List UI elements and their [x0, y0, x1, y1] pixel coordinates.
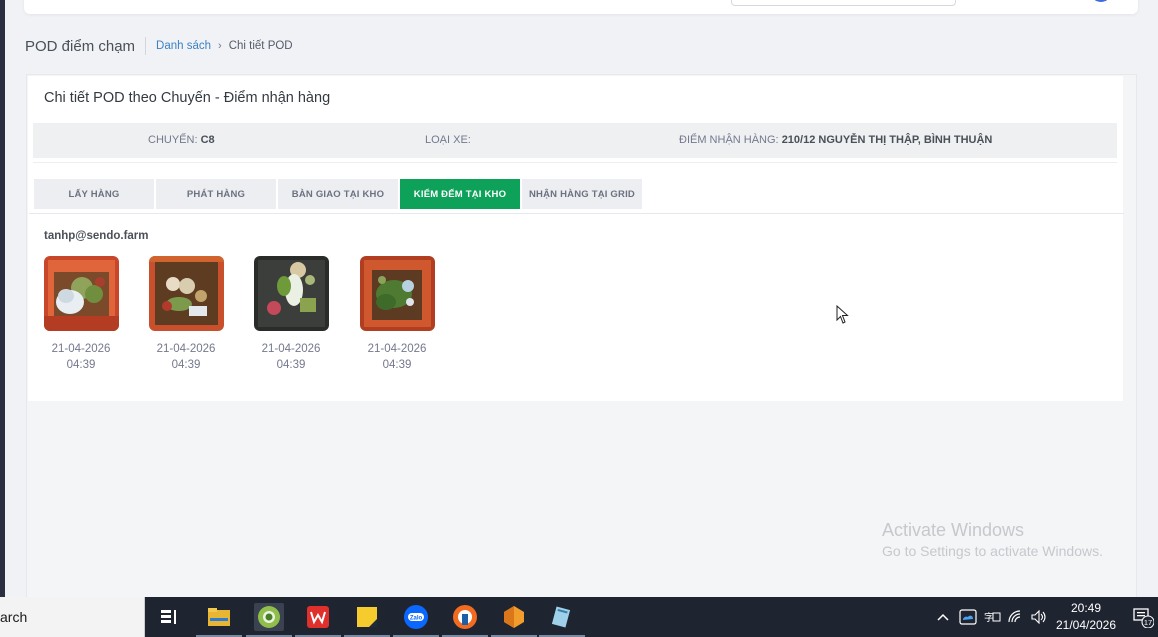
breadcrumb-separator: ›	[218, 40, 222, 52]
photo-timestamp: 21-04-2026 04:39	[156, 343, 216, 371]
sticky-notes-icon[interactable]	[344, 603, 390, 637]
uploader-email: tanhp@sendo.farm	[44, 230, 149, 242]
vehicle-label: LOẠI XE:	[425, 134, 471, 146]
divider	[33, 162, 1117, 163]
tab-phat-hang[interactable]: PHÁT HÀNG	[156, 179, 276, 209]
mouse-cursor-icon	[836, 305, 849, 324]
clock-date: 21/04/2026	[1055, 618, 1117, 632]
pickup-value: 210/12 NGUYỄN THỊ THẬP, BÌNH THUẬN	[781, 134, 993, 146]
vehicle-info: LOẠI XE:	[425, 134, 471, 146]
breadcrumb-current: Chi tiết POD	[228, 40, 293, 52]
task-view-icon[interactable]	[154, 603, 184, 631]
pickup-point-info: ĐIỂM NHẬN HÀNG: 210/12 NGUYỄN THỊ THẬP, …	[679, 134, 992, 146]
pod-photo-thumbnail[interactable]	[149, 256, 224, 331]
svg-text:Zalo: Zalo	[410, 616, 423, 622]
sublime-icon[interactable]	[491, 603, 537, 637]
taskbar-search-box[interactable]: arch	[0, 597, 145, 637]
tab-ban-giao-tai-kho[interactable]: BÀN GIAO TẠI KHO	[278, 179, 398, 209]
ultraviewer-icon[interactable]	[442, 603, 488, 637]
trip-value: C8	[200, 134, 215, 146]
pod-tabs: LẤY HÀNG PHÁT HÀNG BÀN GIAO TẠI KHO KIỂM…	[34, 179, 644, 209]
app-sidebar-edge	[0, 0, 5, 597]
notification-center-icon[interactable]: 17	[1128, 597, 1158, 637]
photo-timestamp: 21-04-2026 04:39	[51, 343, 111, 371]
trip-label: CHUYẾN:	[148, 134, 198, 146]
onedrive-icon[interactable]	[957, 597, 979, 637]
clock-time: 20:49	[1070, 601, 1102, 615]
page-header: POD điểm chạm Danh sách › Chi tiết POD	[25, 34, 293, 58]
pod-photo-thumbnail[interactable]	[360, 256, 435, 331]
card-body: Chi tiết POD theo Chuyến - Điểm nhận hàn…	[28, 76, 1124, 401]
zalo-icon[interactable]: Zalo	[393, 603, 439, 637]
input-language-icon[interactable]: 字	[981, 597, 1003, 637]
activate-windows-watermark: Activate Windows Go to Settings to activ…	[882, 520, 1103, 559]
tab-kiem-dem-tai-kho[interactable]: KIỂM ĐẾM TẠI KHO	[400, 179, 520, 209]
pickup-label: ĐIỂM NHẬN HÀNG:	[679, 134, 779, 146]
top-navbar	[24, 0, 1138, 14]
wps-office-icon[interactable]	[295, 603, 341, 637]
photo-timestamp: 21-04-2026 04:39	[367, 343, 427, 371]
wifi-icon[interactable]	[1006, 597, 1026, 637]
top-search-input[interactable]	[731, 0, 956, 6]
breadcrumb-link-list[interactable]: Danh sách	[156, 40, 211, 52]
notepad-icon[interactable]	[539, 603, 585, 637]
tab-lay-hang[interactable]: LẤY HÀNG	[34, 179, 154, 209]
watermark-title: Activate Windows	[882, 520, 1025, 540]
user-avatar[interactable]	[1090, 0, 1112, 2]
photo-timestamp: 21-04-2026 04:39	[261, 343, 321, 371]
tab-nhan-hang-tai-grid[interactable]: NHẬN HÀNG TẠI GRID	[522, 179, 642, 209]
show-hidden-icons-chevron-icon[interactable]	[934, 597, 952, 637]
chrome-icon[interactable]	[246, 603, 292, 637]
card-title: Chi tiết POD theo Chuyến - Điểm nhận hàn…	[44, 90, 331, 106]
windows-taskbar: arch Zalo 字 20:49 21/04/2026 17	[0, 597, 1158, 637]
svg-text:17: 17	[1144, 618, 1152, 627]
pod-photo-thumbnail[interactable]	[44, 256, 119, 331]
watermark-subtitle: Go to Settings to activate Windows.	[882, 543, 1103, 559]
page-title: POD điểm chạm	[25, 37, 136, 55]
pod-photo-thumbnail[interactable]	[254, 256, 329, 331]
trip-info-bar: CHUYẾN: C8 LOẠI XE: ĐIỂM NHẬN HÀNG: 210/…	[33, 123, 1117, 158]
tabs-divider	[29, 213, 1124, 214]
taskbar-clock[interactable]: 20:49 21/04/2026	[1050, 600, 1122, 634]
trip-info: CHUYẾN: C8	[148, 134, 215, 146]
volume-icon[interactable]	[1029, 597, 1049, 637]
taskbar-search-text: arch	[0, 609, 28, 625]
file-explorer-icon[interactable]	[196, 603, 242, 637]
header-divider	[145, 37, 147, 55]
